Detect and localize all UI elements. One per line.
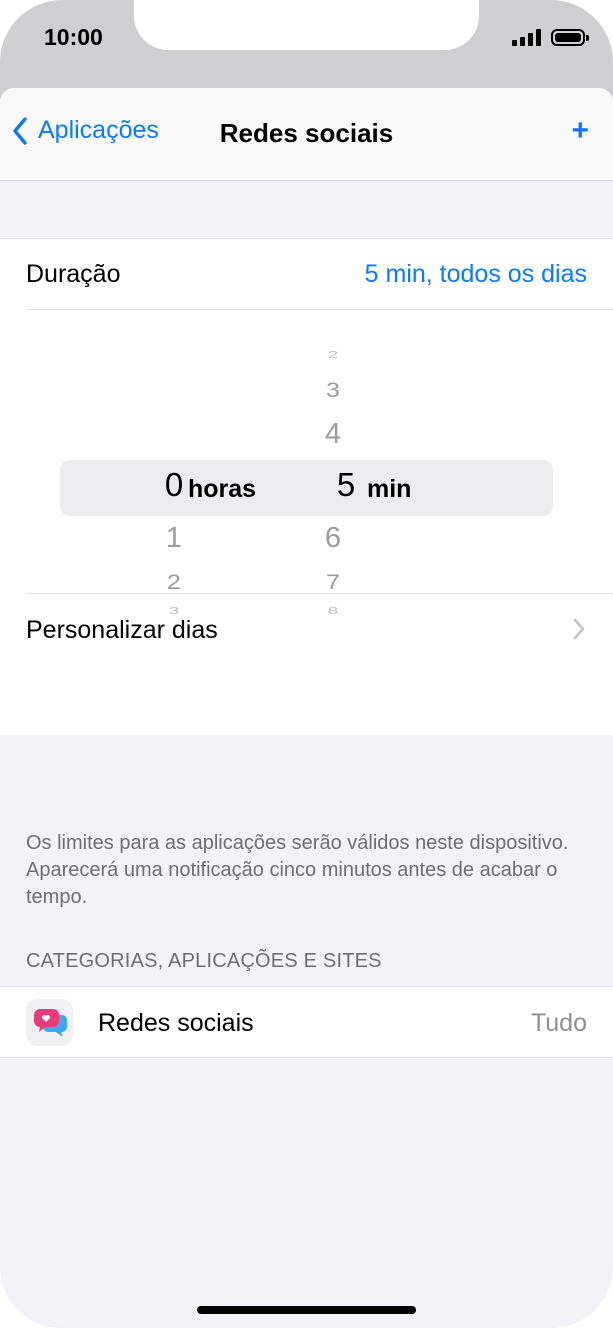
- navigation-bar: Aplicações Redes sociais +: [0, 88, 613, 181]
- hours-option[interactable]: 1: [154, 522, 194, 555]
- hours-unit: horas: [188, 475, 257, 503]
- home-indicator[interactable]: [197, 1306, 416, 1314]
- picker-selection-highlight: [60, 460, 553, 516]
- duration-row[interactable]: Duração 5 min, todos os dias: [26, 239, 613, 310]
- apps-group: Redes sociais Tudo: [0, 986, 613, 1058]
- list-item[interactable]: Redes sociais Tudo: [0, 987, 613, 1057]
- limit-footnote: Os limites para as aplicações serão váli…: [26, 832, 569, 908]
- minutes-unit: min: [367, 475, 412, 503]
- customize-days-row[interactable]: Personalizar dias: [26, 593, 613, 664]
- chevron-right-icon: [573, 618, 585, 640]
- duration-group: Duração 5 min, todos os dias 0 horas 1 2…: [0, 238, 613, 735]
- signal-icon: [512, 28, 541, 46]
- app-label: Redes sociais: [98, 1009, 254, 1037]
- duration-value: 5 min, todos os dias: [364, 260, 587, 288]
- notch: [134, 0, 479, 50]
- minutes-option[interactable]: 6: [313, 522, 353, 555]
- add-button[interactable]: +: [571, 114, 589, 148]
- status-bar: 10:00: [0, 0, 613, 90]
- minutes-option[interactable]: 3: [313, 378, 353, 403]
- phone-frame: 10:00 Aplicações Redes sociais + Duração…: [0, 0, 613, 1328]
- customize-days-label: Personalizar dias: [26, 616, 218, 644]
- minutes-option[interactable]: 7: [313, 570, 353, 595]
- minutes-option[interactable]: 4: [313, 418, 353, 451]
- minutes-option[interactable]: 2: [313, 349, 353, 361]
- hours-option[interactable]: 2: [154, 570, 194, 595]
- status-icons: [512, 27, 589, 47]
- duration-label: Duração: [26, 260, 121, 288]
- section-header: CATEGORIAS, APLICAÇÕES E SITES: [26, 950, 382, 972]
- minutes-selected[interactable]: 5: [326, 466, 366, 504]
- status-time: 10:00: [44, 24, 103, 50]
- battery-icon: [551, 28, 589, 46]
- page-title: Redes sociais: [219, 118, 394, 148]
- settings-sheet: Aplicações Redes sociais + Duração 5 min…: [0, 88, 613, 1328]
- app-value: Tudo: [530, 1009, 587, 1037]
- social-networking-icon: [26, 999, 73, 1046]
